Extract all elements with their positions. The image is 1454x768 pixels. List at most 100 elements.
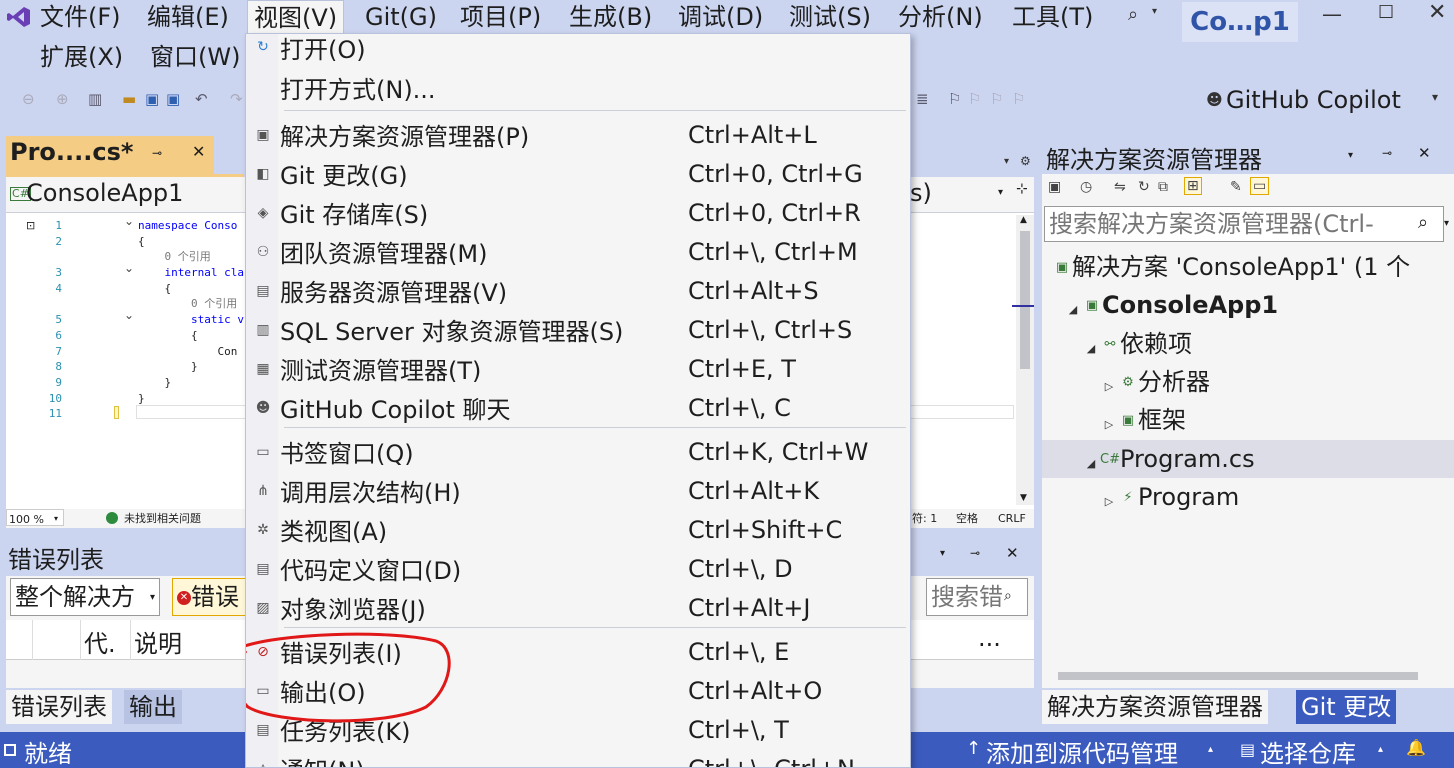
se-sync-icon[interactable]: ⇋ — [1114, 179, 1126, 195]
scroll-thumb[interactable] — [1020, 231, 1030, 369]
code-line[interactable]: 2{ — [30, 234, 144, 250]
view-menu-item[interactable]: ▤ 服务器资源管理器(V) Ctrl+Alt+S — [246, 271, 910, 310]
menu-build[interactable]: 生成(B) — [569, 0, 652, 34]
menu-git[interactable]: Git(G) — [365, 0, 437, 34]
tree-node[interactable]: ◢ ▣ ConsoleApp1 — [1064, 286, 1278, 324]
close-panel-icon[interactable]: ✕ — [1006, 544, 1019, 562]
view-menu-item[interactable]: ◧ Git 更改(G) Ctrl+0, Ctrl+G — [246, 154, 910, 193]
scroll-up-icon[interactable]: ▲ — [1020, 215, 1027, 225]
col-code-header[interactable]: 代. — [84, 624, 116, 659]
code-line[interactable]: 10} — [30, 391, 145, 407]
tree-node[interactable]: ▷ ▣ 框架 — [1100, 401, 1186, 439]
view-menu-item[interactable]: ✲ 类视图(A) Ctrl+Shift+C — [246, 510, 910, 549]
upload-icon[interactable]: ↑ — [966, 738, 981, 759]
editor-tab[interactable]: Pro....cs* ⊸ ✕ — [6, 136, 214, 174]
split-editor-icon[interactable]: ⊹ — [1016, 181, 1028, 197]
fold-marker-icon[interactable]: ⌄ — [124, 261, 134, 275]
code-line[interactable]: 8 } — [30, 359, 197, 375]
se-refresh-icon[interactable]: ↻ — [1138, 179, 1150, 195]
redo-icon[interactable]: ↷ — [230, 88, 243, 110]
vs-logo[interactable] — [6, 4, 32, 30]
se-collapse-icon[interactable]: ⧉ — [1158, 179, 1168, 195]
ok-status-text[interactable]: 未找到相关问题 — [124, 509, 201, 528]
open-folder-icon[interactable]: ▬ — [122, 88, 136, 110]
menu-extensions[interactable]: 扩展(X) — [40, 40, 123, 74]
view-menu-item[interactable]: ◈ Git 存储库(S) Ctrl+0, Ctrl+R — [246, 193, 910, 232]
toolbar-overflow-icon[interactable]: ▾ — [1432, 90, 1438, 104]
fold-marker-icon[interactable]: ⌄ — [124, 214, 134, 228]
menu-edit[interactable]: 编辑(E) — [147, 0, 229, 34]
bookmark-prev-icon[interactable]: ⚐ — [968, 88, 981, 110]
expand-toggle-icon[interactable]: ▷ — [1100, 368, 1118, 406]
nav-dropdown-icon[interactable]: ▾ — [998, 187, 1003, 198]
solution-explorer-title[interactable]: 解决方案资源管理器 — [1046, 140, 1262, 175]
search-dropdown-icon[interactable]: ▾ — [1152, 6, 1157, 17]
undo-icon[interactable]: ↶ — [195, 88, 208, 110]
view-menu-item[interactable]: ▤ 代码定义窗口(D) Ctrl+\, D — [246, 549, 910, 588]
tree-node[interactable]: ◢ C#Program.cs — [1042, 439, 1454, 478]
tree-node[interactable]: ▷ ⚙ 分析器 — [1100, 363, 1210, 401]
forward-icon[interactable]: ⊕ — [56, 88, 69, 110]
pin-panel-icon[interactable]: ⊸ — [970, 546, 980, 560]
menu-test[interactable]: 测试(S) — [789, 0, 871, 34]
zoom-dropdown-icon[interactable]: ▾ — [54, 509, 58, 528]
se-search-icon[interactable]: ⌕ — [1418, 212, 1429, 233]
vertical-scrollbar[interactable]: ▲ ▼ — [1016, 215, 1034, 505]
tree-node[interactable]: ▷ ⚡ Program — [1100, 478, 1240, 516]
maximize-button[interactable]: ☐ — [1378, 2, 1394, 23]
view-menu-item[interactable]: ▨ 对象浏览器(J) Ctrl+Alt+J — [246, 588, 910, 627]
panel-dropdown-icon[interactable]: ▾ — [940, 548, 945, 559]
bookmark-next-icon[interactable]: ⚐ — [990, 88, 1003, 110]
expand-toggle-icon[interactable]: ◢ — [1064, 291, 1082, 329]
editor-settings-icon[interactable]: ⚙ — [1020, 154, 1031, 168]
notifications-bell-icon[interactable]: 🔔 — [1406, 738, 1426, 757]
bottom-tab-error-list[interactable]: 错误列表 — [6, 690, 112, 724]
back-icon[interactable]: ⊖ — [22, 88, 35, 110]
code-line[interactable]: 5 static v — [30, 312, 244, 328]
menu-view[interactable]: 视图(V) — [247, 0, 345, 34]
search-icon[interactable]: ⌕ — [1128, 4, 1138, 25]
menu-analyze[interactable]: 分析(N) — [898, 0, 983, 34]
se-tab-solution[interactable]: 解决方案资源管理器 — [1042, 690, 1268, 724]
menu-file[interactable]: 文件(F) — [40, 0, 121, 34]
expand-toggle-icon[interactable]: ◢ — [1082, 445, 1100, 483]
nav-project-dropdown[interactable]: ConsoleApp1 — [26, 179, 183, 207]
expand-toggle-icon[interactable]: ▷ — [1100, 483, 1118, 521]
indent-mode[interactable]: 空格 — [956, 509, 978, 528]
menu-project[interactable]: 项目(P) — [460, 0, 541, 34]
view-menu-item[interactable]: ⋔ 调用层次结构(H) Ctrl+Alt+K — [246, 471, 910, 510]
tree-node[interactable]: ▣ 解决方案 'ConsoleApp1' (1 个 — [1052, 248, 1410, 286]
add-source-dropdown-icon[interactable]: ▴ — [1208, 744, 1213, 755]
menu-window[interactable]: 窗口(W) — [150, 40, 240, 74]
se-tab-git[interactable]: Git 更改 — [1296, 690, 1397, 724]
add-source-control[interactable]: 添加到源代码管理 — [986, 734, 1178, 768]
menu-debug[interactable]: 调试(D) — [678, 0, 763, 34]
code-line[interactable]: 0 个引用 — [30, 296, 237, 312]
nav-member-dropdown[interactable]: s) — [910, 179, 932, 207]
scope-dropdown[interactable]: 整个解决方 — [10, 578, 160, 616]
se-search-input[interactable]: 搜索解决方案资源管理器(Ctrl- — [1044, 206, 1444, 242]
view-menu-item[interactable]: ▭ 书签窗口(Q) Ctrl+K, Ctrl+W — [246, 432, 910, 471]
view-menu-item[interactable]: ▣ 解决方案资源管理器(P) Ctrl+Alt+L — [246, 115, 910, 154]
code-line[interactable]: 1 namespace Conso — [30, 218, 237, 234]
se-switch-view-icon[interactable]: ▣ — [1048, 179, 1061, 195]
se-dropdown-icon[interactable]: ▾ — [1348, 150, 1353, 161]
se-pin-icon[interactable]: ⊸ — [1382, 146, 1392, 160]
view-menu-item[interactable]: 打开方式(N)... — [246, 68, 910, 107]
scope-dropdown-icon[interactable]: ▾ — [150, 592, 155, 603]
code-line[interactable]: 11 — [30, 406, 62, 422]
save-icon[interactable]: ▣ — [145, 88, 159, 110]
editor-tab-overflow-icon[interactable]: ▾ — [1004, 156, 1009, 167]
line-ending[interactable]: CRLF — [998, 509, 1026, 528]
pin-icon[interactable]: ⊸ — [152, 146, 162, 160]
error-list-title[interactable]: 错误列表 — [8, 540, 104, 575]
view-menu-item[interactable]: ☻ GitHub Copilot 聊天 Ctrl+\, C — [246, 388, 910, 427]
expand-toggle-icon[interactable]: ◢ — [1082, 330, 1100, 368]
tree-node[interactable]: ◢ ⚯ 依赖项 — [1082, 325, 1192, 363]
select-repo-dropdown-icon[interactable]: ▴ — [1378, 744, 1383, 755]
expand-toggle-icon[interactable]: ▷ — [1100, 406, 1118, 444]
repo-icon[interactable]: ▤ — [1240, 740, 1255, 759]
se-preview-icon[interactable]: ▭ — [1250, 177, 1270, 195]
save-all-icon[interactable]: ▣ — [166, 88, 180, 110]
format-icon[interactable]: ≣ — [916, 88, 929, 110]
